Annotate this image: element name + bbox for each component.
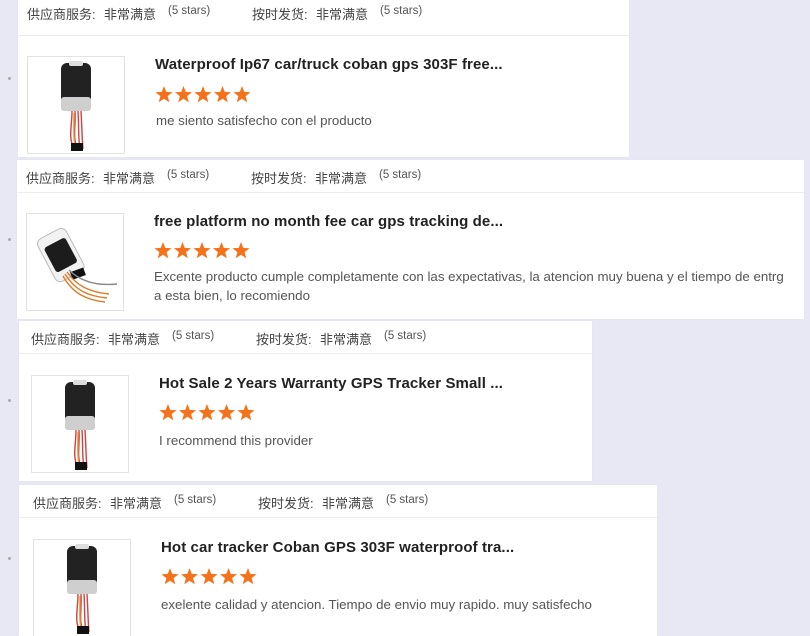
product-image[interactable] (26, 213, 124, 311)
star-icon (180, 568, 199, 585)
star-icon (154, 242, 172, 259)
shipping-stars: (5 stars) (379, 169, 422, 181)
product-image[interactable] (33, 539, 131, 636)
list-bullet (8, 399, 11, 402)
shipping-value: 非常满意 (320, 332, 373, 347)
star-icon (237, 404, 255, 421)
review-comment: exelente calidad y atencion. Tiempo de e… (161, 597, 592, 612)
supplier-service-value: 非常满意 (110, 496, 163, 511)
star-icon (178, 404, 197, 421)
shipping-label: 按时发货: (256, 332, 312, 347)
supplier-service-value: 非常满意 (103, 171, 156, 186)
shipping-stars: (5 stars) (386, 494, 429, 506)
shipping-label: 按时发货: (251, 171, 307, 186)
product-image[interactable] (31, 375, 129, 473)
product-title[interactable]: Waterproof Ip67 car/truck coban gps 303F… (155, 56, 503, 73)
product-title[interactable]: Hot Sale 2 Years Warranty GPS Tracker Sm… (159, 375, 503, 392)
star-icon (200, 568, 218, 585)
star-icon (232, 242, 250, 259)
list-bullet (8, 557, 11, 560)
review-card: 供应商服务: 非常满意 (5 stars) 按时发货: 非常满意 (5 star… (18, 0, 629, 157)
supplier-service-value: 非常满意 (104, 7, 157, 22)
star-icon (173, 242, 192, 259)
gps-tracker-device-icon (61, 61, 91, 151)
review-comment: Excente producto cumple completamente co… (154, 269, 784, 303)
review-meta: 供应商服务: 非常满意 (5 stars) 按时发货: 非常满意 (5 star… (18, 0, 629, 36)
review-comment: I recommend this provider (159, 433, 313, 448)
star-icon (219, 568, 238, 585)
star-icon (213, 86, 232, 103)
product-title[interactable]: free platform no month fee car gps track… (154, 213, 503, 230)
list-bullet (8, 77, 11, 80)
shipping-stars: (5 stars) (384, 330, 427, 342)
supplier-service-stars: (5 stars) (172, 330, 215, 342)
review-meta: 供应商服务: 非常满意 (5 stars) 按时发货: 非常满意 (5 star… (19, 485, 657, 518)
star-icon (174, 86, 193, 103)
star-icon (159, 404, 177, 421)
rating-stars (155, 86, 253, 104)
review-comment: me siento satisfecho con el producto (156, 113, 372, 128)
rating-stars (159, 404, 257, 422)
review-card: 供应商服务: 非常满意 (5 stars) 按时发货: 非常满意 (5 star… (17, 160, 804, 319)
gps-tracker-device-icon (67, 544, 97, 634)
shipping-value: 非常满意 (315, 171, 368, 186)
list-bullet (8, 238, 11, 241)
star-icon (198, 404, 216, 421)
supplier-service-label: 供应商服务: (26, 171, 95, 186)
product-title[interactable]: Hot car tracker Coban GPS 303F waterproo… (161, 539, 514, 556)
star-icon (155, 86, 173, 103)
star-icon (212, 242, 231, 259)
supplier-service-label: 供应商服务: (33, 496, 102, 511)
product-image[interactable] (27, 56, 125, 154)
star-icon (239, 568, 257, 585)
shipping-value: 非常满意 (322, 496, 375, 511)
supplier-service-label: 供应商服务: (31, 332, 100, 347)
star-icon (194, 86, 212, 103)
supplier-service-value: 非常满意 (108, 332, 161, 347)
shipping-label: 按时发货: (258, 496, 314, 511)
rating-stars (154, 242, 252, 260)
supplier-service-stars: (5 stars) (168, 5, 211, 17)
star-icon (193, 242, 211, 259)
supplier-service-stars: (5 stars) (167, 169, 210, 181)
rating-stars (161, 568, 259, 586)
star-icon (217, 404, 236, 421)
gps-tracker-device-icon (36, 227, 118, 303)
star-icon (161, 568, 179, 585)
review-card: 供应商服务: 非常满意 (5 stars) 按时发货: 非常满意 (5 star… (19, 321, 592, 481)
review-meta: 供应商服务: 非常满意 (5 stars) 按时发货: 非常满意 (5 star… (17, 160, 804, 193)
supplier-service-stars: (5 stars) (174, 494, 217, 506)
gps-tracker-device-icon (65, 380, 95, 470)
shipping-label: 按时发货: (252, 7, 308, 22)
shipping-stars: (5 stars) (380, 5, 423, 17)
supplier-service-label: 供应商服务: (27, 7, 96, 22)
star-icon (233, 86, 251, 103)
review-card: 供应商服务: 非常满意 (5 stars) 按时发货: 非常满意 (5 star… (19, 485, 657, 636)
review-meta: 供应商服务: 非常满意 (5 stars) 按时发货: 非常满意 (5 star… (19, 321, 592, 354)
shipping-value: 非常满意 (316, 7, 369, 22)
